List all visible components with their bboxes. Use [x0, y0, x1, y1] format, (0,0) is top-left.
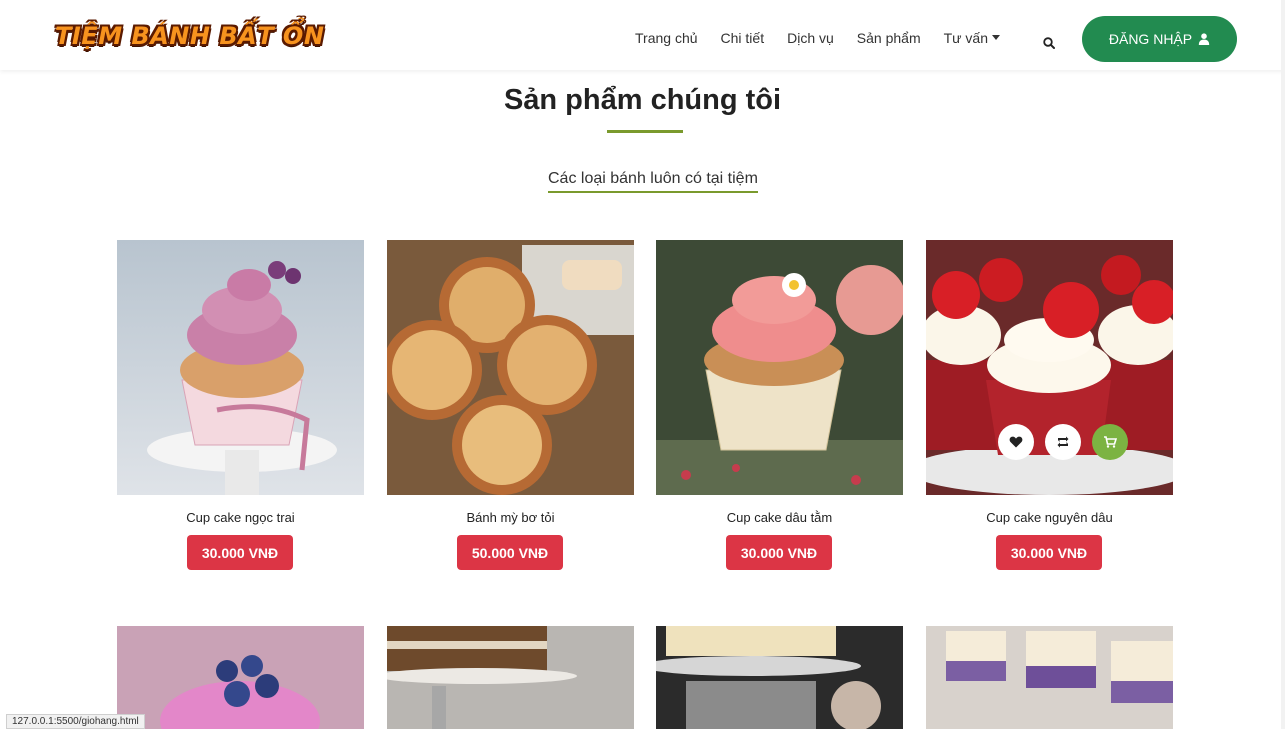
login-label: ĐĂNG NHẬP	[1108, 31, 1193, 47]
section-title: Sản phẩm chúng tôi	[503, 84, 782, 116]
section-subtitle: Các loại bánh luôn có tại tiệm	[548, 170, 758, 193]
cart-icon	[1104, 436, 1117, 448]
product-name[interactable]: Cup cake ngọc trai	[117, 510, 364, 525]
product-price[interactable]: 30.000 VNĐ	[996, 535, 1102, 570]
title-underline	[607, 130, 683, 133]
nav-item-consult-dropdown[interactable]: Tư vấn	[944, 30, 1000, 46]
product-image[interactable]	[387, 240, 634, 495]
product-image[interactable]	[656, 240, 903, 495]
retweet-icon	[1057, 436, 1069, 448]
product-card: Bánh mỳ bơ tỏi 50.000 VNĐ	[387, 240, 634, 570]
product-price[interactable]: 50.000 VNĐ	[457, 535, 563, 570]
product-name[interactable]: Cup cake nguyên dâu	[926, 510, 1173, 525]
product-card: Cup cake dâu tằm 30.000 VNĐ	[656, 240, 903, 570]
nav-item-services[interactable]: Dịch vụ	[787, 30, 834, 46]
page-scrollbar[interactable]	[1281, 0, 1285, 729]
caret-down-icon	[992, 35, 1000, 40]
add-to-cart-button[interactable]	[1092, 424, 1128, 460]
product-price[interactable]: 30.000 VNĐ	[726, 535, 832, 570]
nav-item-details[interactable]: Chi tiết	[721, 30, 765, 46]
site-logo[interactable]: TIỆM BÁNH BẤT ỔN	[55, 22, 324, 50]
wishlist-button[interactable]	[998, 424, 1034, 460]
compare-button[interactable]	[1045, 424, 1081, 460]
product-image[interactable]	[387, 626, 634, 729]
search-icon[interactable]	[1043, 37, 1055, 49]
product-card: Cup cake ngọc trai 30.000 VNĐ	[117, 240, 364, 570]
login-button[interactable]: ĐĂNG NHẬP	[1082, 16, 1237, 62]
product-image[interactable]	[117, 240, 364, 495]
nav-item-products[interactable]: Sản phẩm	[857, 30, 921, 46]
product-image[interactable]	[926, 240, 1173, 495]
user-icon	[1198, 33, 1210, 45]
nav-item-home[interactable]: Trang chủ	[635, 30, 698, 46]
nav-item-consult-label: Tư vấn	[943, 30, 988, 46]
product-image[interactable]	[117, 626, 364, 729]
product-card: Cup cake nguyên dâu 30.000 VNĐ	[926, 240, 1173, 570]
heart-icon	[1009, 436, 1023, 448]
product-name[interactable]: Bánh mỳ bơ tỏi	[387, 510, 634, 525]
product-price[interactable]: 30.000 VNĐ	[187, 535, 293, 570]
site-header: TIỆM BÁNH BẤT ỔN Trang chủ Chi tiết Dịch…	[0, 0, 1285, 70]
main-nav: Trang chủ Chi tiết Dịch vụ Sản phẩm Tư v…	[635, 30, 1023, 46]
product-image[interactable]	[926, 626, 1173, 729]
browser-status-url: 127.0.0.1:5500/giohang.html	[6, 714, 145, 729]
product-name[interactable]: Cup cake dâu tằm	[656, 510, 903, 525]
product-image[interactable]	[656, 626, 903, 729]
